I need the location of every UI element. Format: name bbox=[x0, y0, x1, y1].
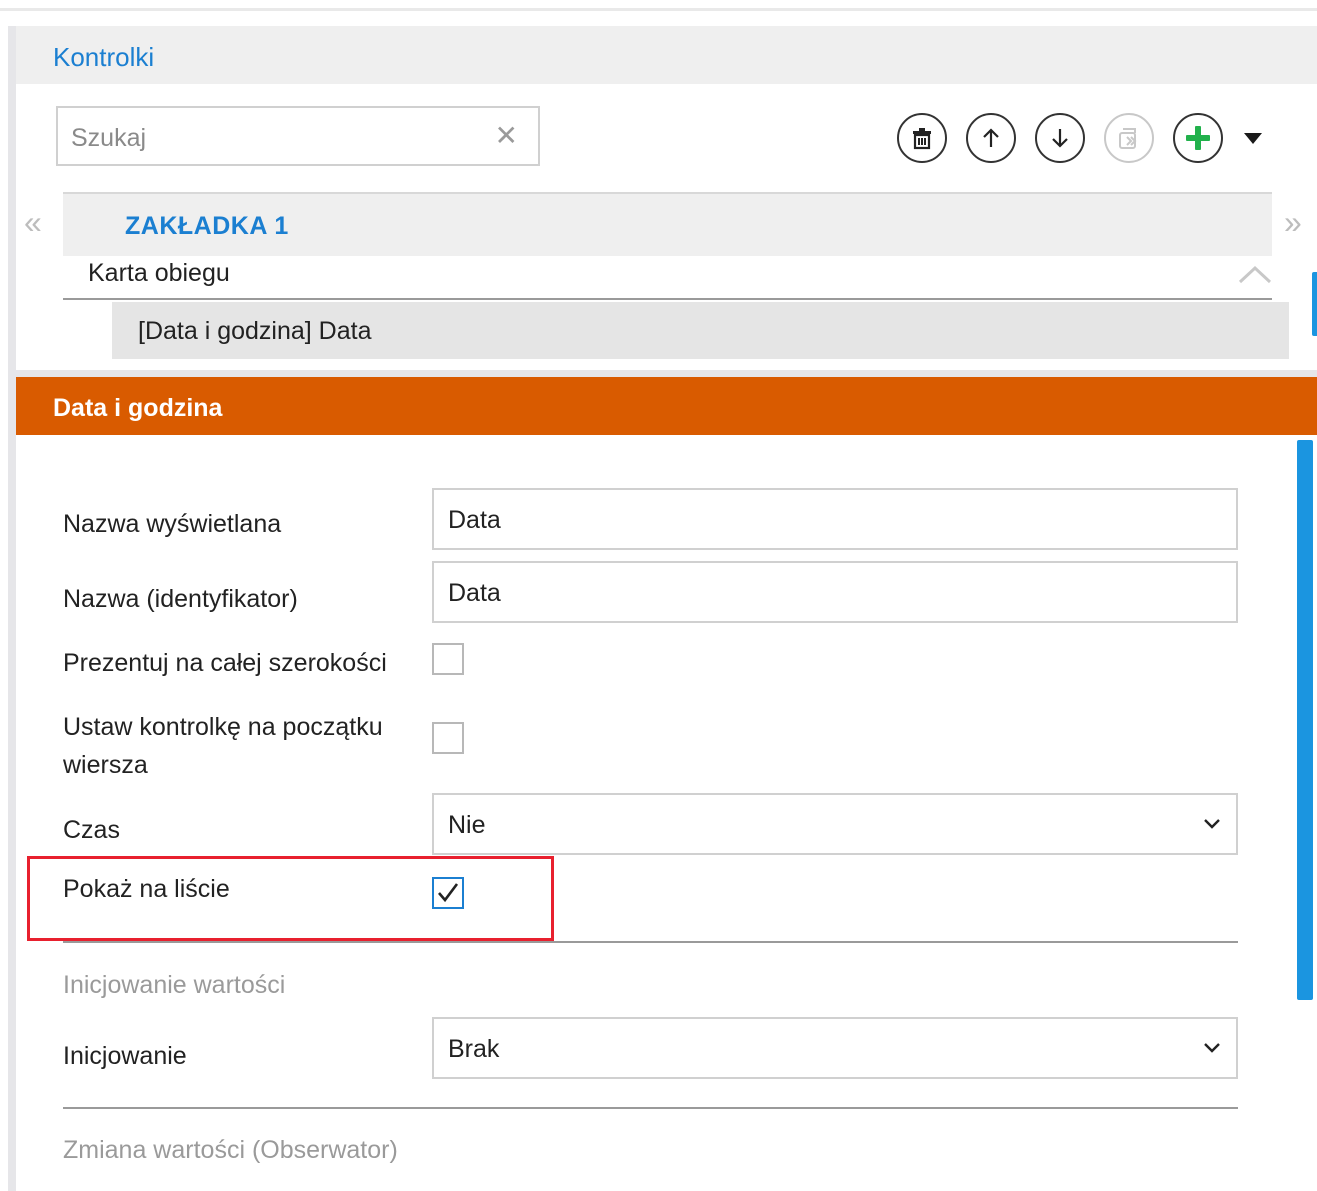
time-select[interactable]: Nie bbox=[432, 793, 1238, 855]
display-name-label: Nazwa wyświetlana bbox=[63, 510, 282, 538]
display-name-value: Data bbox=[448, 506, 501, 534]
controls-header: Kontrolki bbox=[16, 26, 1317, 84]
display-name-field[interactable]: Data bbox=[432, 488, 1238, 550]
search-placeholder: Szukaj bbox=[71, 124, 147, 152]
init-value: Brak bbox=[448, 1035, 500, 1063]
init-select[interactable]: Brak bbox=[432, 1017, 1238, 1079]
collapse-chevron-icon[interactable] bbox=[1238, 262, 1272, 286]
divider bbox=[63, 941, 1238, 943]
list-scrollbar[interactable] bbox=[1312, 272, 1317, 336]
tab-zakladka-1[interactable]: ZAKŁADKA 1 bbox=[125, 212, 289, 241]
chevron-down-icon bbox=[1204, 819, 1220, 829]
init-label: Inicjowanie bbox=[63, 1042, 187, 1070]
properties-title: Data i godzina bbox=[53, 394, 223, 422]
chevron-down-icon bbox=[1204, 1043, 1220, 1053]
top-divider bbox=[0, 8, 1317, 11]
copy-icon bbox=[1119, 128, 1137, 149]
time-label: Czas bbox=[63, 816, 120, 844]
full-width-label: Prezentuj na całej szerokości bbox=[63, 649, 387, 677]
identifier-field[interactable]: Data bbox=[432, 561, 1238, 623]
tab-next-icon[interactable]: » bbox=[1284, 204, 1302, 241]
delete-button[interactable] bbox=[897, 113, 947, 163]
add-dropdown-arrow-icon[interactable] bbox=[1244, 133, 1262, 144]
panel-separator bbox=[16, 370, 1317, 377]
add-icon bbox=[1186, 126, 1210, 150]
search-input[interactable]: Szukaj ✕ bbox=[56, 106, 540, 166]
properties-header: Data i godzina bbox=[16, 377, 1317, 435]
init-section-heading: Inicjowanie wartości bbox=[63, 971, 286, 999]
arrow-down-icon bbox=[1052, 129, 1068, 148]
section-label: Karta obiegu bbox=[88, 259, 230, 287]
observer-heading: Zmiana wartości (Obserwator) bbox=[63, 1136, 398, 1164]
control-item-label: [Data i godzina] Data bbox=[138, 317, 372, 345]
row-start-label-line1: Ustaw kontrolkę na początku bbox=[63, 713, 383, 741]
identifier-value: Data bbox=[448, 579, 501, 607]
highlight-box bbox=[27, 856, 554, 941]
arrow-up-icon bbox=[983, 128, 999, 147]
left-rail bbox=[8, 26, 16, 1191]
tab-prev-icon[interactable]: « bbox=[24, 204, 42, 241]
tab-bar: ZAKŁADKA 1 bbox=[63, 192, 1272, 256]
move-up-button[interactable] bbox=[966, 113, 1016, 163]
control-list-item[interactable]: [Data i godzina] Data bbox=[112, 302, 1289, 359]
add-button[interactable] bbox=[1173, 113, 1223, 163]
section-header[interactable]: Karta obiegu bbox=[63, 258, 1272, 300]
divider bbox=[63, 1107, 1238, 1109]
time-value: Nie bbox=[448, 811, 486, 839]
controls-title: Kontrolki bbox=[53, 42, 155, 72]
copy-button[interactable] bbox=[1104, 113, 1154, 163]
row-start-label-line2: wiersza bbox=[63, 751, 148, 779]
controls-panel: Kontrolki Szukaj ✕ ZAKŁADKA 1 « » Karta … bbox=[16, 26, 1317, 372]
trash-icon bbox=[913, 128, 931, 150]
full-width-checkbox[interactable] bbox=[432, 643, 464, 675]
properties-scrollbar[interactable] bbox=[1297, 440, 1313, 1000]
clear-search-icon[interactable]: ✕ bbox=[495, 122, 518, 150]
identifier-label: Nazwa (identyfikator) bbox=[63, 585, 298, 613]
move-down-button[interactable] bbox=[1035, 113, 1085, 163]
row-start-checkbox[interactable] bbox=[432, 722, 464, 754]
